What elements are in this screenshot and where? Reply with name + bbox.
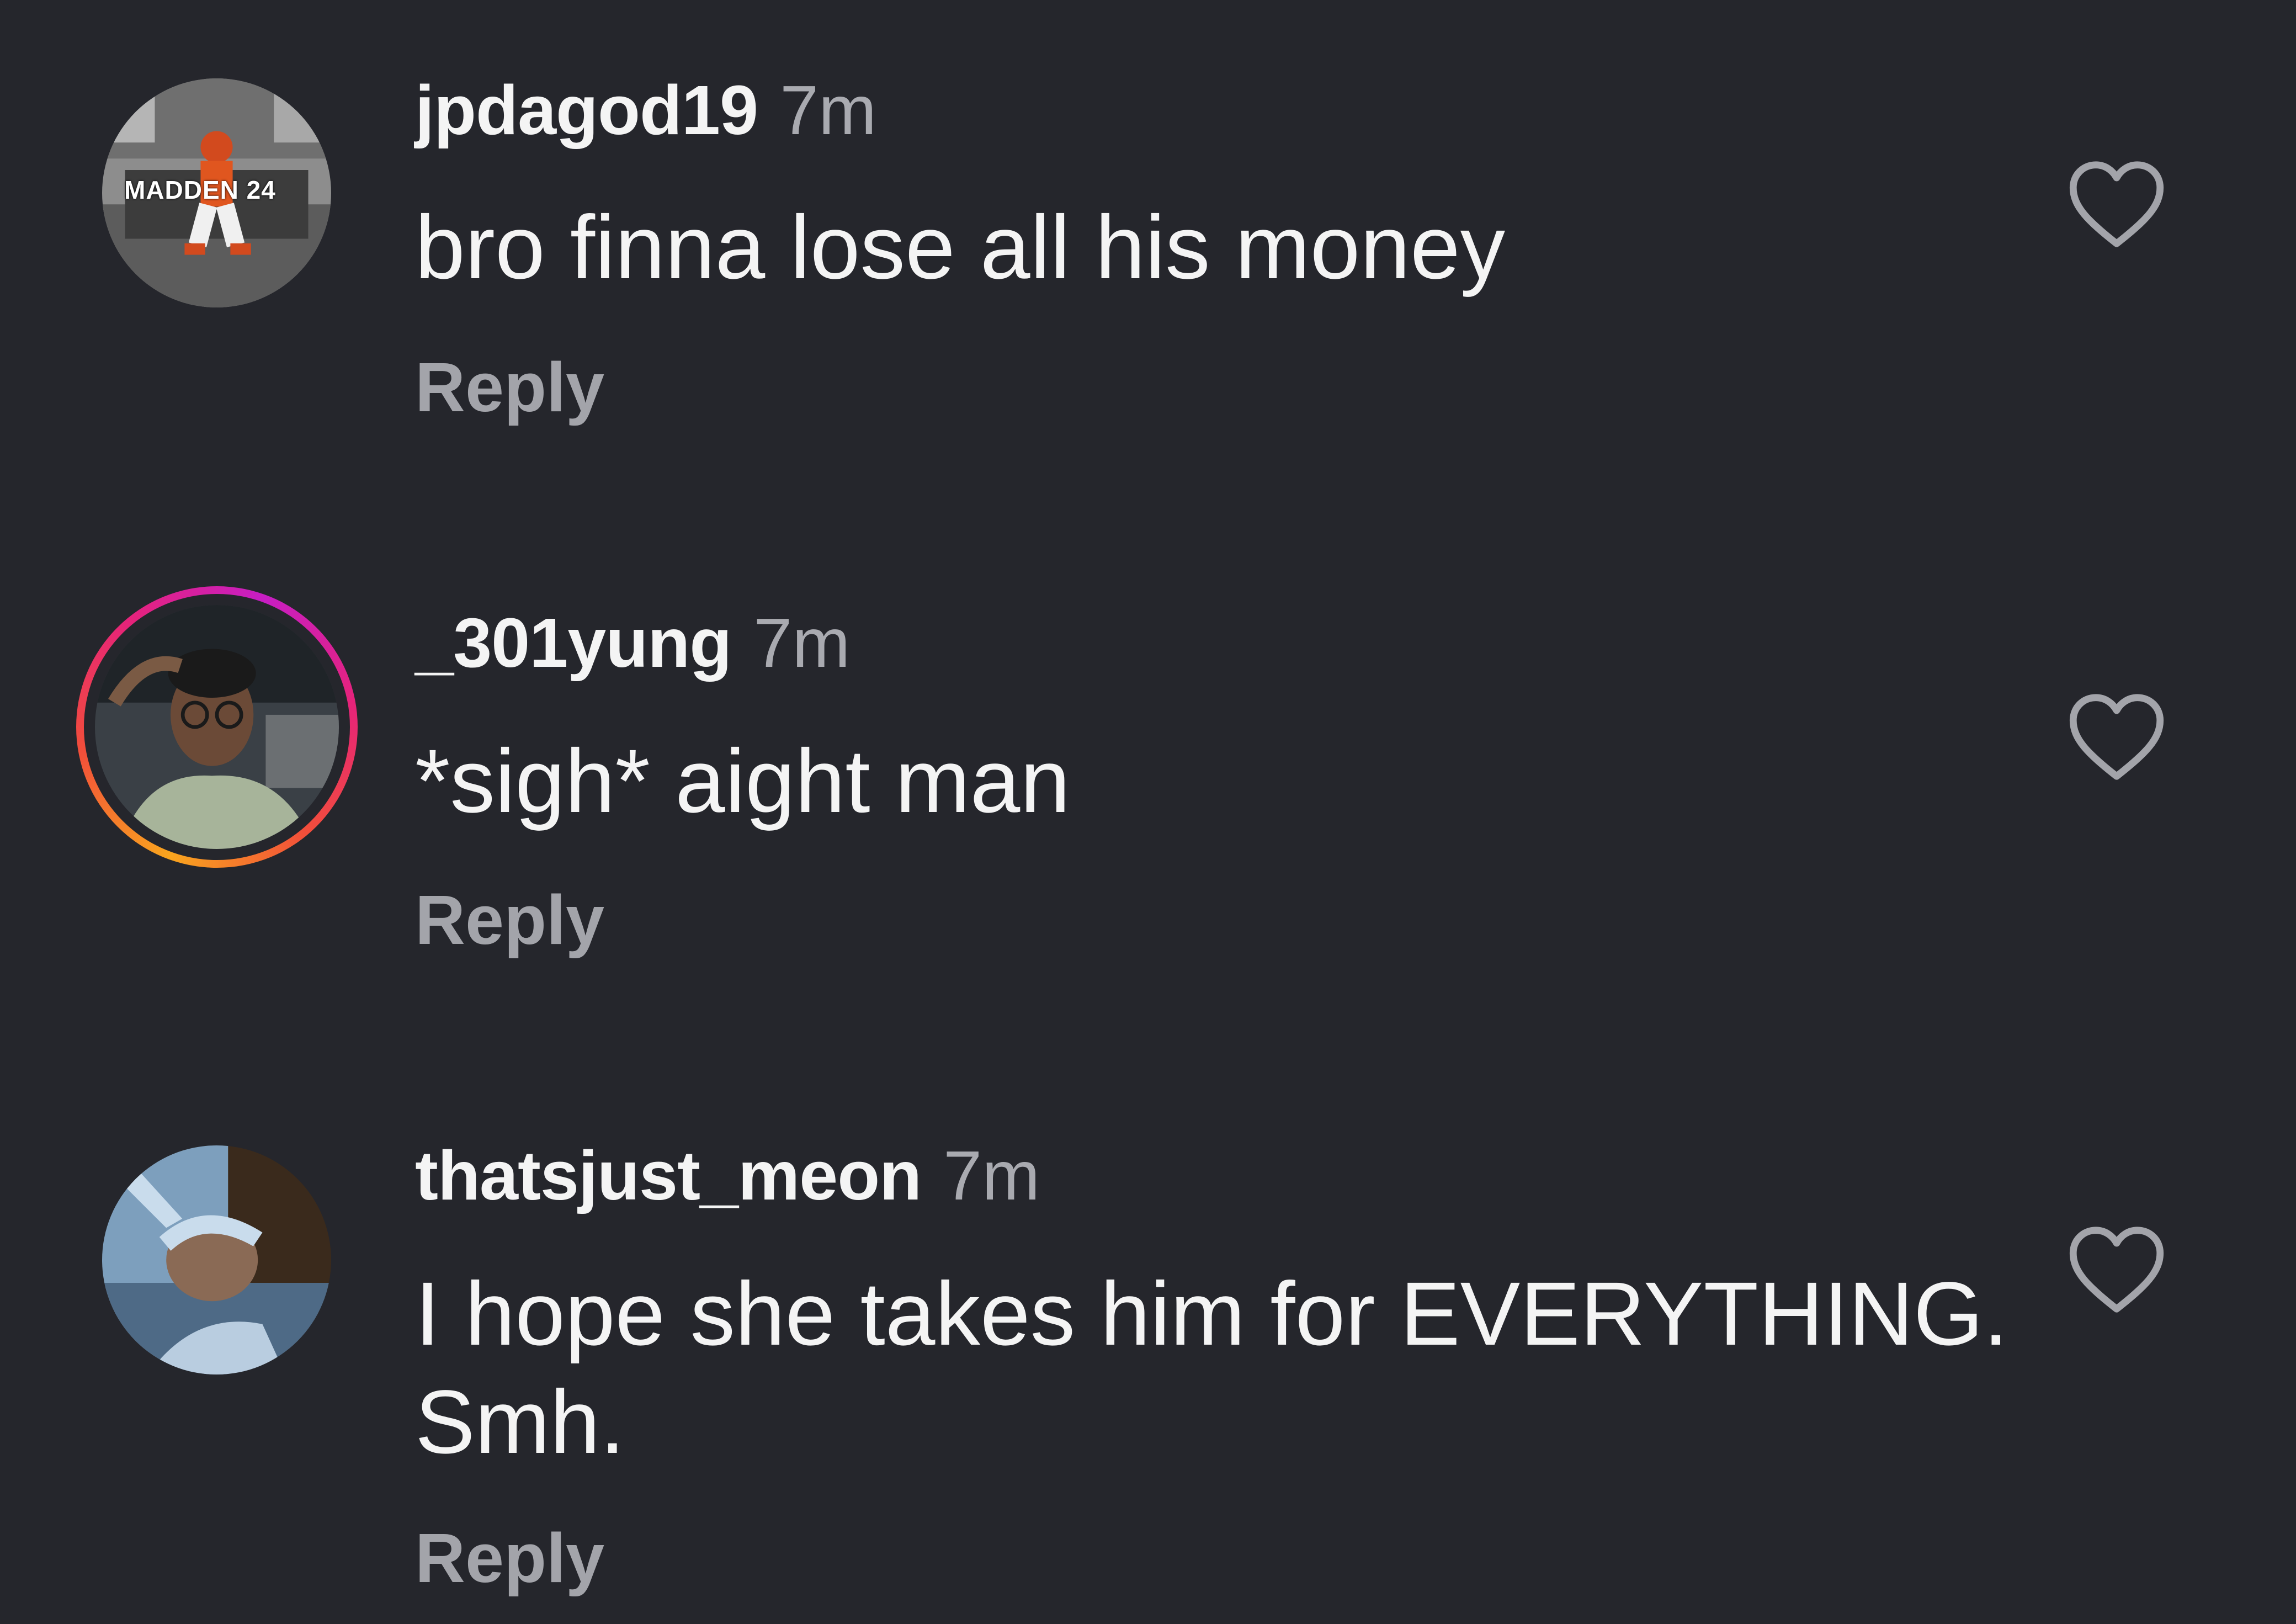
- reply-button[interactable]: Reply: [415, 1522, 604, 1594]
- comment-text: *sigh* aight man: [415, 730, 1071, 831]
- story-ring[interactable]: [76, 586, 358, 868]
- timestamp: 7m: [943, 1137, 1040, 1214]
- username[interactable]: jpdagod19: [415, 71, 758, 149]
- username[interactable]: thatsjust_meon: [415, 1137, 922, 1214]
- heart-outline-icon: [2069, 694, 2164, 780]
- timestamp: 7m: [753, 604, 851, 682]
- reply-button[interactable]: Reply: [415, 352, 604, 423]
- like-button[interactable]: [2067, 690, 2166, 784]
- username[interactable]: _301yung: [415, 604, 732, 682]
- comment-meta: thatsjust_meon 7m: [415, 1140, 1040, 1212]
- comment-text: I hope she takes him for EVERYTHING. Smh…: [415, 1263, 2008, 1472]
- timestamp: 7m: [780, 71, 877, 149]
- heart-outline-icon: [2069, 161, 2164, 247]
- like-button[interactable]: [2067, 1223, 2166, 1317]
- comments-screen: MADDEN 24 jpdagod19 7m bro finna lose all…: [0, 0, 2296, 1624]
- comment-meta: jpdagod19 7m: [415, 75, 876, 146]
- like-button[interactable]: [2067, 157, 2166, 251]
- comment-text: bro finna lose all his money: [415, 197, 1506, 298]
- reply-button[interactable]: Reply: [415, 884, 604, 956]
- avatar-badge: MADDEN 24: [124, 176, 276, 204]
- avatar[interactable]: MADDEN 24: [102, 78, 331, 307]
- avatar: [95, 605, 339, 849]
- comment-meta: _301yung 7m: [415, 607, 850, 679]
- avatar[interactable]: [102, 1145, 331, 1374]
- heart-outline-icon: [2069, 1227, 2164, 1313]
